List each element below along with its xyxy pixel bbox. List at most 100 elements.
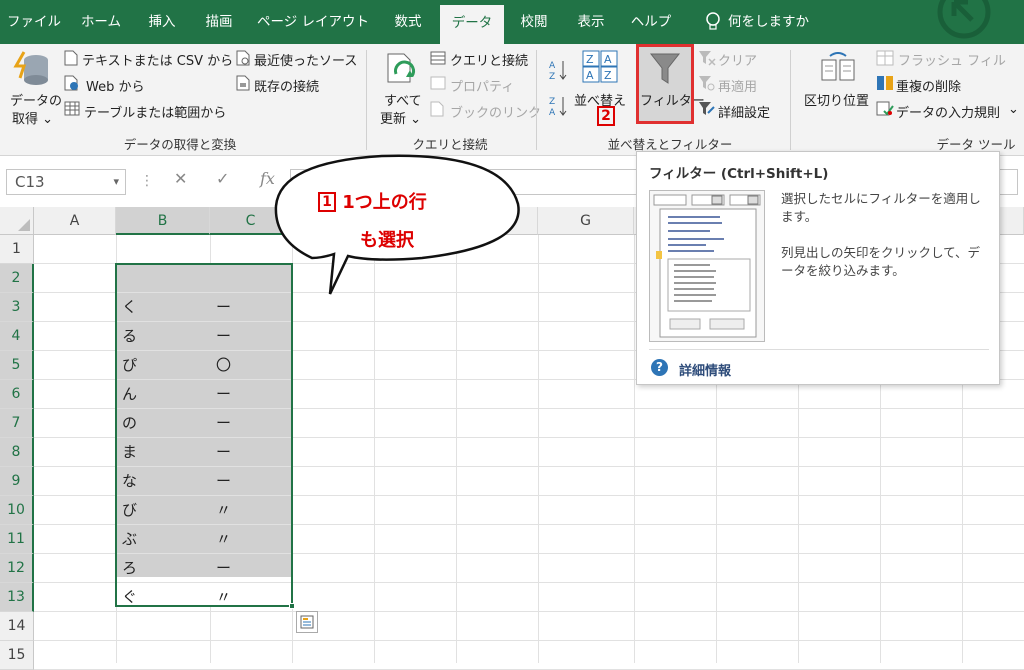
tell-me-search[interactable]: 何をしますか	[728, 0, 818, 44]
refresh-all-label2[interactable]: 更新 ⌄	[380, 108, 421, 127]
tab-file[interactable]: ファイル	[0, 0, 68, 44]
queries-connections-button[interactable]: クエリと接続	[450, 50, 528, 69]
text-to-columns-button[interactable]: 区切り位置	[804, 90, 869, 109]
row-header-11[interactable]: 11	[0, 525, 34, 554]
edit-links-button[interactable]: ブックのリンク	[450, 102, 541, 121]
web-icon	[64, 75, 78, 91]
row-header-5[interactable]: 5	[0, 351, 34, 380]
filter-menu-preview-icon	[653, 194, 761, 338]
ribbon-separator	[790, 50, 791, 150]
tab-view[interactable]: 表示	[562, 0, 620, 44]
queries-icon	[430, 51, 446, 65]
refresh-all-icon	[387, 53, 415, 83]
cell-b14[interactable]	[116, 612, 210, 641]
enter-icon[interactable]: ✓	[216, 169, 229, 188]
cancel-icon[interactable]: ✕	[174, 169, 187, 188]
callout-line1: 1 1つ上の行	[318, 188, 427, 214]
data-validation-icon	[876, 101, 894, 116]
recent-sources-icon	[236, 50, 250, 66]
row-header-3[interactable]: 3	[0, 293, 34, 322]
svg-text:Z: Z	[549, 72, 555, 82]
row-header-10[interactable]: 10	[0, 496, 34, 525]
from-web-button[interactable]: Web から	[86, 76, 144, 95]
cell-c14[interactable]	[210, 612, 292, 641]
fill-handle[interactable]	[289, 603, 295, 609]
refresh-all-label1[interactable]: すべて	[384, 90, 422, 109]
advanced-filter-icon	[699, 102, 715, 115]
formula-bar-grip[interactable]: ⋮	[140, 173, 154, 191]
filter-tooltip: フィルター (Ctrl+Shift+L) 選択したセルにフィルターを適用します。…	[636, 151, 1000, 385]
edit-links-icon	[430, 101, 444, 117]
row-header-14[interactable]: 14	[0, 612, 34, 641]
corner-logo-icon	[937, 0, 991, 39]
select-all-triangle-icon	[18, 219, 30, 231]
database-icon	[13, 51, 48, 85]
get-data-label2[interactable]: 取得 ⌄	[12, 108, 53, 127]
ribbon-tab-bar: ファイル ホーム 挿入 描画 ページ レイアウト 数式 データ 校閲 表示 ヘル…	[0, 0, 1024, 44]
step-2-badge: 2	[597, 106, 615, 126]
advanced-filter-button[interactable]: 詳細設定	[718, 102, 770, 121]
quick-analysis-icon	[300, 615, 314, 629]
sort-descending-icon: ZA	[549, 97, 567, 118]
row-header-6[interactable]: 6	[0, 380, 34, 409]
row-header-9[interactable]: 9	[0, 467, 34, 496]
row-header-12[interactable]: 12	[0, 554, 34, 583]
tab-help[interactable]: ヘルプ	[620, 0, 682, 44]
properties-icon	[430, 76, 446, 90]
name-box[interactable]: C13 ▾	[6, 169, 126, 195]
existing-connections-button[interactable]: 既存の接続	[254, 76, 319, 95]
help-icon[interactable]: ?	[651, 359, 668, 376]
tab-page-layout[interactable]: ページ レイアウト	[248, 0, 378, 44]
filter-highlight-box	[636, 44, 694, 124]
recent-sources-button[interactable]: 最近使ったソース	[254, 50, 357, 69]
row-header-7[interactable]: 7	[0, 409, 34, 438]
tab-insert[interactable]: 挿入	[134, 0, 190, 44]
sort-dialog-icon: Z AA Z	[582, 50, 618, 83]
flash-fill-button[interactable]: フラッシュ フィル	[898, 50, 1006, 69]
existing-connections-icon	[236, 75, 250, 91]
row-header-4[interactable]: 4	[0, 322, 34, 351]
svg-text:A: A	[586, 69, 594, 82]
svg-text:Z: Z	[604, 69, 612, 82]
step-1-badge: 1	[318, 192, 336, 212]
tab-draw[interactable]: 描画	[190, 0, 248, 44]
select-all-corner[interactable]	[0, 207, 34, 235]
svg-text:A: A	[549, 61, 556, 71]
row-header-8[interactable]: 8	[0, 438, 34, 467]
speech-bubble	[274, 154, 520, 295]
tab-formulas[interactable]: 数式	[378, 0, 438, 44]
tooltip-more-info-link[interactable]: 詳細情報	[679, 360, 731, 379]
cell-b15[interactable]	[116, 641, 210, 670]
clear-filter-icon	[699, 51, 716, 66]
cell-c15[interactable]	[210, 641, 292, 670]
column-header-g[interactable]: G	[538, 207, 634, 235]
remove-duplicates-button[interactable]: 重複の削除	[896, 76, 961, 95]
svg-text:A: A	[604, 53, 612, 66]
clear-filter-button[interactable]: クリア	[718, 50, 757, 69]
ribbon-separator	[366, 50, 367, 150]
name-box-value: C13	[15, 173, 45, 191]
ribbon: データの 取得 ⌄ テキストまたは CSV から Web から テーブルまたは範…	[0, 44, 1024, 156]
quick-analysis-button[interactable]	[296, 611, 318, 633]
column-header-b[interactable]: B	[116, 207, 210, 235]
data-validation-dropdown[interactable]: ⌄	[1008, 102, 1019, 117]
data-validation-button[interactable]: データの入力規則	[896, 102, 1000, 121]
reapply-button[interactable]: 再適用	[718, 76, 757, 95]
tab-home[interactable]: ホーム	[68, 0, 134, 44]
tab-data[interactable]: データ	[440, 5, 504, 44]
from-text-csv-button[interactable]: テキストまたは CSV から	[82, 50, 233, 69]
callout-line2: も選択	[360, 230, 414, 251]
row-header-1[interactable]: 1	[0, 235, 34, 264]
name-box-dropdown-icon[interactable]: ▾	[113, 170, 119, 194]
get-data-label1[interactable]: データの	[10, 90, 62, 109]
text-to-columns-icon	[821, 52, 855, 81]
cell-b1[interactable]	[116, 235, 210, 264]
from-table-button[interactable]: テーブルまたは範囲から	[84, 102, 226, 121]
sort-ascending-icon: AZ	[549, 61, 567, 82]
row-header-15[interactable]: 15	[0, 641, 34, 670]
row-header-2[interactable]: 2	[0, 264, 34, 293]
column-header-a[interactable]: A	[34, 207, 116, 235]
properties-button[interactable]: プロパティ	[450, 76, 514, 95]
tab-review[interactable]: 校閲	[506, 0, 562, 44]
row-header-13[interactable]: 13	[0, 583, 34, 612]
